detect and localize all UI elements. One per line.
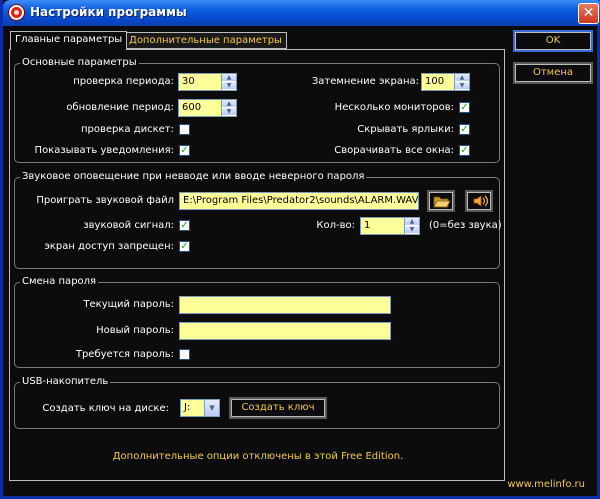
- password-change-legend: Смена пароля: [20, 276, 99, 288]
- count-hint: (0=без звука): [429, 220, 502, 231]
- usb-drive-legend: USB-накопитель: [20, 376, 111, 388]
- settings-window: Настройки программы ✕ Главные параметры …: [0, 0, 600, 499]
- browse-file-button[interactable]: [427, 190, 455, 212]
- spin-down-icon[interactable]: ▼: [222, 108, 236, 116]
- check-floppy-checkbox[interactable]: [179, 124, 190, 135]
- basic-parameters-group: Основные параметры проверка периода: 30 …: [14, 57, 500, 163]
- password-required-checkbox[interactable]: [179, 349, 190, 360]
- hide-shortcuts-checkbox[interactable]: ✓: [459, 124, 470, 135]
- sound-alert-group: Звуковое оповещение при невводе или ввод…: [14, 171, 502, 269]
- check-floppy-label: проверка дискет:: [80, 124, 174, 135]
- free-edition-note: Дополнительные опции отключены в этой Fr…: [112, 451, 404, 462]
- update-period-spinner[interactable]: ▲ ▼: [222, 99, 237, 117]
- screen-denied-label: экран доступ запрещен:: [44, 241, 174, 252]
- website-link[interactable]: www.melinfo.ru: [507, 479, 585, 490]
- drive-select-value: J:: [184, 402, 191, 413]
- count-spinner[interactable]: ▲ ▼: [405, 217, 420, 235]
- spin-up-icon[interactable]: ▲: [405, 218, 419, 226]
- drive-select[interactable]: J: ▼: [180, 399, 220, 417]
- minimize-windows-label: Сворачивать все окна:: [334, 145, 454, 156]
- tab-additional-parameters[interactable]: Дополнительные параметры: [124, 32, 287, 49]
- update-period-label: обновление период:: [66, 102, 174, 113]
- spin-down-icon[interactable]: ▼: [222, 82, 236, 90]
- usb-drive-group: USB-накопитель Создать ключ на диске: J:…: [14, 376, 500, 429]
- screen-denied-checkbox[interactable]: ✓: [179, 241, 190, 252]
- spin-down-icon[interactable]: ▼: [455, 82, 469, 90]
- create-on-disk-label: Создать ключ на диске:: [42, 403, 169, 414]
- ok-button[interactable]: OK: [513, 30, 593, 52]
- dim-screen-label: Затемнение экрана:: [311, 76, 419, 87]
- check-period-input[interactable]: 30: [178, 73, 222, 91]
- spin-up-icon[interactable]: ▲: [455, 74, 469, 82]
- speaker-icon: [473, 195, 489, 207]
- sound-alert-legend: Звуковое оповещение при невводе или ввод…: [20, 171, 367, 183]
- spin-down-icon[interactable]: ▼: [405, 226, 419, 234]
- password-change-group: Смена пароля Текущий пароль: Новый парол…: [14, 276, 500, 368]
- multi-monitors-label: Несколько мониторов:: [334, 102, 454, 113]
- dim-screen-input[interactable]: 100: [421, 73, 455, 91]
- basic-parameters-legend: Основные параметры: [20, 57, 139, 69]
- update-period-input[interactable]: 600: [178, 99, 222, 117]
- play-sound-button[interactable]: [465, 190, 493, 212]
- play-sound-file-label: Проиграть звуковой файл: [36, 195, 174, 206]
- close-button[interactable]: ✕: [578, 3, 599, 24]
- new-password-input[interactable]: [179, 322, 391, 340]
- minimize-windows-checkbox[interactable]: ✓: [459, 145, 470, 156]
- window-title: Настройки программы: [30, 5, 187, 19]
- count-label: Кол-во:: [316, 220, 355, 231]
- cancel-button[interactable]: Отмена: [513, 62, 593, 84]
- title-bar[interactable]: Настройки программы ✕: [3, 0, 600, 26]
- beep-checkbox[interactable]: ✓: [179, 220, 190, 231]
- main-parameters-panel: Основные параметры проверка периода: 30 …: [9, 49, 505, 481]
- current-password-input[interactable]: [179, 296, 391, 314]
- new-password-label: Новый пароль:: [96, 325, 174, 336]
- spin-up-icon[interactable]: ▲: [222, 100, 236, 108]
- current-password-label: Текущий пароль:: [83, 299, 174, 310]
- tab-main-parameters[interactable]: Главные параметры: [10, 31, 128, 50]
- password-required-label: Требуется пароль:: [75, 349, 174, 360]
- create-key-button[interactable]: Создать ключ: [229, 397, 327, 419]
- multi-monitors-checkbox[interactable]: ✓: [459, 102, 470, 113]
- dim-screen-spinner[interactable]: ▲ ▼: [455, 73, 470, 91]
- chevron-down-icon[interactable]: ▼: [204, 400, 219, 416]
- beep-label: звуковой сигнал:: [83, 220, 174, 231]
- show-notifications-checkbox[interactable]: ✓: [179, 145, 190, 156]
- hide-shortcuts-label: Скрывать ярлыки:: [357, 124, 454, 135]
- app-icon: [9, 5, 24, 20]
- check-period-spinner[interactable]: ▲ ▼: [222, 73, 237, 91]
- show-notifications-label: Показывать уведомления:: [34, 145, 174, 156]
- check-period-label: проверка периода:: [73, 76, 174, 87]
- folder-open-icon: [433, 196, 451, 208]
- spin-up-icon[interactable]: ▲: [222, 74, 236, 82]
- sound-file-path-input[interactable]: E:\Program Files\Predator2\sounds\ALARM.…: [179, 192, 419, 210]
- count-input[interactable]: 1: [360, 217, 405, 235]
